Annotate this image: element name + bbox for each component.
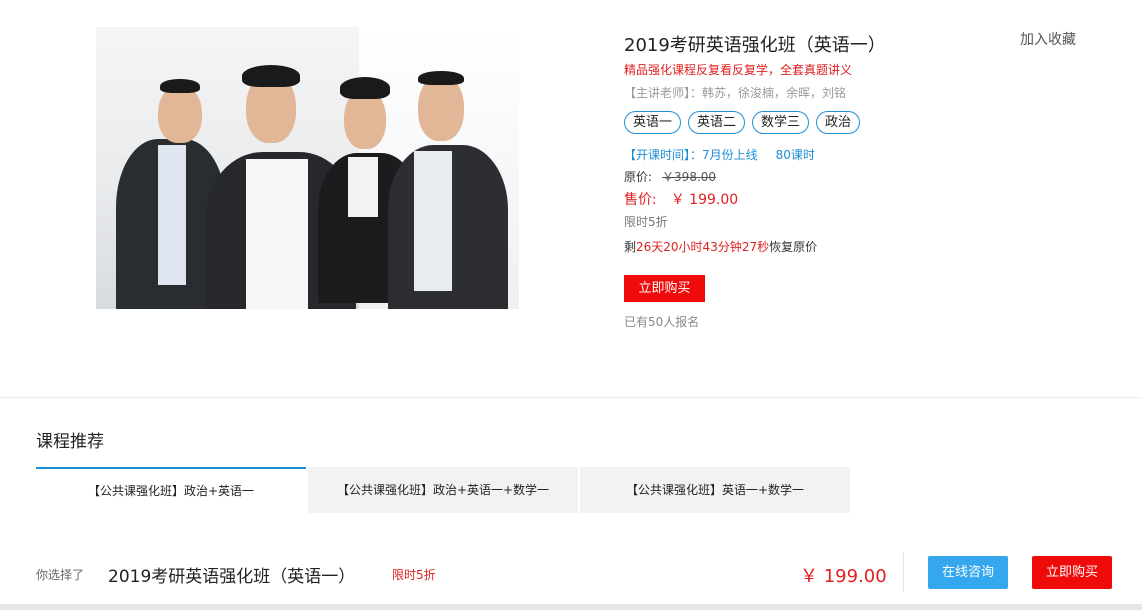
original-price-label: 原价:	[624, 170, 653, 184]
add-favorite-link[interactable]: 加入收藏	[1020, 29, 1076, 49]
start-time: 【开课时间】：7月份上线	[624, 148, 758, 162]
course-schedule: 【开课时间】：7月份上线 80课时	[624, 146, 815, 163]
sale-price: ￥ 199.00	[670, 192, 739, 208]
footer-buy-now-button[interactable]: 立即购买	[1032, 556, 1112, 589]
online-consult-button[interactable]: 在线咨询	[928, 556, 1008, 589]
original-price: ￥398.00	[662, 170, 717, 184]
subject-tag-english-2[interactable]: 英语二	[688, 111, 746, 134]
countdown-suffix: 恢复原价	[769, 240, 818, 254]
selected-course-title: 2019考研英语强化班（英语一）	[108, 567, 356, 587]
recommend-tab-english1-math1[interactable]: 【公共课强化班】英语一+数学一	[580, 467, 850, 513]
recommend-tab-politics-english1[interactable]: 【公共课强化班】政治+英语一	[36, 467, 306, 513]
selected-course-discount: 限时5折	[392, 568, 436, 582]
recommend-tabs: 【公共课强化班】政治+英语一 【公共课强化班】政治+英语一+数学一 【公共课强化…	[36, 467, 850, 513]
selected-course-price: ￥ 199.00	[800, 566, 887, 587]
countdown-prefix: 剩	[624, 240, 637, 254]
subject-tags: 英语一 英语二 数学三 政治	[624, 111, 861, 134]
recommend-tab-politics-english1-math1[interactable]: 【公共课强化班】政治+英语一+数学一	[308, 467, 578, 513]
course-slogan: 精品强化课程反复看反复学，全套真题讲义	[624, 63, 853, 77]
subject-tag-math-3[interactable]: 数学三	[752, 111, 810, 134]
original-price-row: 原价: ￥398.00	[624, 168, 716, 185]
recommend-section-title: 课程推荐	[36, 432, 104, 452]
course-title: 2019考研英语强化班（英语一）	[624, 35, 886, 56]
sale-price-label: 售价:	[624, 192, 657, 208]
discount-badge: 限时5折	[624, 215, 668, 229]
countdown-timer: 剩26天20小时43分钟27秒恢复原价	[624, 238, 817, 255]
subject-tag-english-1[interactable]: 英语一	[624, 111, 682, 134]
enrolled-count: 已有50人报名	[624, 315, 700, 329]
course-hours: 80课时	[775, 148, 815, 162]
course-banner-image	[96, 27, 519, 309]
course-teachers: 【主讲老师】：韩苏，徐浚楠，余晖，刘铭	[624, 86, 847, 100]
sale-price-row: 售价: ￥ 199.00	[624, 189, 738, 209]
footer-divider	[903, 552, 904, 592]
section-divider	[0, 397, 1142, 398]
buy-now-button[interactable]: 立即购买	[624, 275, 705, 302]
page-bottom-bar	[0, 604, 1142, 610]
selection-label: 你选择了	[36, 568, 85, 582]
countdown-time: 26天20小时43分钟27秒	[636, 240, 770, 254]
subject-tag-politics[interactable]: 政治	[816, 111, 861, 134]
